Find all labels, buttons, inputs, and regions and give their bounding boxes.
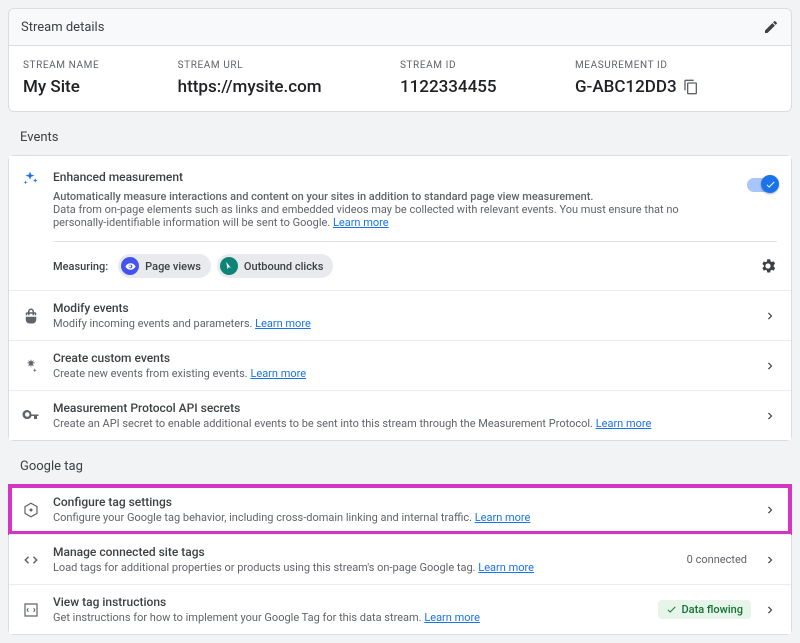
- badge-label: Data flowing: [681, 603, 743, 616]
- connect-icon: [21, 550, 41, 570]
- value: 1122334455: [400, 77, 575, 97]
- view-tag-instructions-row[interactable]: View tag instructions Get instructions f…: [9, 584, 791, 634]
- events-card: Enhanced measurement Automatically measu…: [8, 155, 792, 441]
- row-title: Modify events: [53, 301, 751, 315]
- edit-icon[interactable]: [763, 19, 779, 35]
- chip-label: Outbound clicks: [244, 260, 323, 273]
- row-desc: Modify incoming events and parameters. L…: [53, 317, 751, 330]
- row-title: Measurement Protocol API secrets: [53, 401, 751, 415]
- cursor-icon: [220, 257, 238, 275]
- label: STREAM URL: [178, 60, 400, 71]
- chevron-right-icon: [763, 309, 777, 323]
- learn-more-link[interactable]: Learn more: [478, 561, 534, 574]
- row-desc: Create an API secret to enable additiona…: [53, 417, 751, 430]
- row-desc: Load tags for additional properties or p…: [53, 561, 675, 574]
- stream-details-header: Stream details: [9, 9, 791, 46]
- label: STREAM NAME: [23, 60, 178, 71]
- stream-details-card: Stream details STREAM NAME My Site STREA…: [8, 8, 792, 112]
- enhanced-measurement-desc: Automatically measure interactions and c…: [53, 190, 693, 229]
- connected-count: 0 connected: [687, 553, 747, 566]
- configure-tag-settings-row[interactable]: Configure tag settings Configure your Go…: [9, 485, 791, 534]
- learn-more-link[interactable]: Learn more: [333, 216, 389, 229]
- chevron-right-icon: [763, 359, 777, 373]
- chip-outbound-clicks: Outbound clicks: [217, 254, 333, 278]
- chevron-right-icon: [763, 503, 777, 517]
- sparkles-icon: [21, 170, 39, 188]
- chip-label: Page views: [145, 260, 201, 273]
- learn-more-link[interactable]: Learn more: [475, 511, 531, 524]
- row-title: View tag instructions: [53, 595, 646, 609]
- row-desc: Create new events from existing events. …: [53, 367, 751, 380]
- measurement-id-text: G-ABC12DD3: [575, 77, 677, 97]
- value: My Site: [23, 77, 178, 97]
- field-stream-name: STREAM NAME My Site: [23, 60, 178, 97]
- modify-events-icon: [21, 306, 41, 326]
- field-measurement-id: MEASUREMENT ID G-ABC12DD3: [575, 60, 777, 97]
- row-title: Create custom events: [53, 351, 751, 365]
- key-icon: [21, 406, 41, 426]
- chevron-right-icon: [763, 409, 777, 423]
- learn-more-link[interactable]: Learn more: [424, 611, 480, 624]
- gear-icon[interactable]: [759, 257, 777, 275]
- learn-more-link[interactable]: Learn more: [255, 317, 311, 330]
- label: STREAM ID: [400, 60, 575, 71]
- google-tag-card: Configure tag settings Configure your Go…: [8, 484, 792, 635]
- create-custom-events-row[interactable]: Create custom events Create new events f…: [9, 340, 791, 390]
- manage-connected-tags-row[interactable]: Manage connected site tags Load tags for…: [9, 534, 791, 584]
- value: https://mysite.com: [178, 77, 400, 97]
- chevron-right-icon: [763, 603, 777, 617]
- instructions-icon: [21, 600, 41, 620]
- divider: [53, 241, 777, 242]
- google-tag-section-title: Google tag: [8, 449, 792, 480]
- field-stream-url: STREAM URL https://mysite.com: [178, 60, 400, 97]
- modify-events-row[interactable]: Modify events Modify incoming events and…: [9, 290, 791, 340]
- chip-page-views: Page views: [118, 254, 211, 278]
- measuring-row: Measuring: Page views Outbound clicks: [53, 254, 777, 278]
- field-row: STREAM NAME My Site STREAM URL https://m…: [23, 60, 777, 97]
- tag-icon: [21, 500, 41, 520]
- learn-more-link[interactable]: Learn more: [250, 367, 306, 380]
- enhanced-measurement-title: Enhanced measurement: [53, 170, 777, 184]
- custom-events-icon: [21, 356, 41, 376]
- row-title: Manage connected site tags: [53, 545, 675, 559]
- check-icon: [666, 604, 677, 615]
- learn-more-link[interactable]: Learn more: [596, 417, 652, 430]
- desc-line-1: Automatically measure interactions and c…: [53, 190, 593, 203]
- stream-details-title: Stream details: [21, 20, 104, 35]
- field-stream-id: STREAM ID 1122334455: [400, 60, 575, 97]
- data-flowing-badge: Data flowing: [658, 600, 751, 619]
- value: G-ABC12DD3: [575, 77, 777, 97]
- row-title: Configure tag settings: [53, 495, 751, 509]
- chevron-right-icon: [763, 553, 777, 567]
- row-desc: Get instructions for how to implement yo…: [53, 611, 646, 624]
- enhanced-measurement-row: Enhanced measurement Automatically measu…: [9, 156, 791, 290]
- label: MEASUREMENT ID: [575, 60, 777, 71]
- eye-icon: [121, 257, 139, 275]
- enhanced-measurement-toggle[interactable]: [747, 178, 777, 192]
- events-section-title: Events: [8, 120, 792, 151]
- copy-icon[interactable]: [683, 79, 699, 95]
- measuring-label: Measuring:: [53, 260, 108, 273]
- row-desc: Configure your Google tag behavior, incl…: [53, 511, 751, 524]
- api-secrets-row[interactable]: Measurement Protocol API secrets Create …: [9, 390, 791, 440]
